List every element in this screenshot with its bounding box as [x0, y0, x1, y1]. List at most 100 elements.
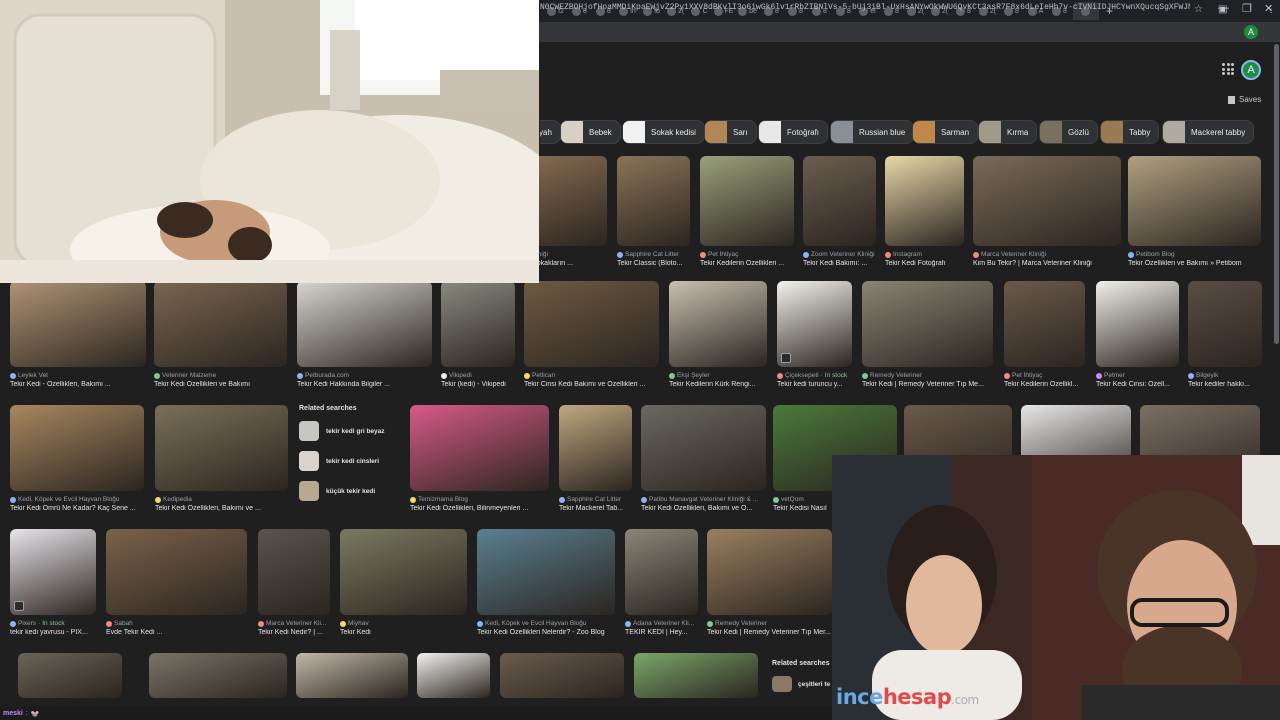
result-source[interactable]: Patibu Manavgat Veteriner Kliniği & ...: [641, 496, 766, 503]
filter-chip[interactable]: Fotoğrafı: [758, 120, 829, 144]
related-item[interactable]: tekir kedi cinsleri: [299, 451, 399, 471]
related-item[interactable]: tekir kedi gri beyaz: [299, 421, 399, 441]
image-result-thumbnail[interactable]: [707, 529, 832, 615]
image-result-thumbnail[interactable]: [524, 281, 659, 367]
image-result-thumbnail[interactable]: [258, 529, 330, 615]
image-result-thumbnail[interactable]: [1128, 156, 1261, 246]
result-source[interactable]: Vikipedi: [441, 372, 515, 379]
saves-link[interactable]: Saves: [1228, 95, 1261, 104]
result-title[interactable]: Tekir Kedi: [340, 629, 467, 636]
result-title[interactable]: Tekir Kedilerin Özellikl...: [1004, 381, 1085, 388]
extensions-icon[interactable]: ▣: [1218, 4, 1227, 15]
result-title[interactable]: tekir kedi yavrusu - PIX...: [10, 629, 96, 636]
image-result-thumbnail[interactable]: [106, 529, 247, 615]
result-source[interactable]: Pixers · In stock: [10, 620, 96, 627]
filter-chip[interactable]: Mackerel tabby: [1162, 120, 1255, 144]
image-result-thumbnail[interactable]: [340, 529, 467, 615]
result-source[interactable]: Leylek Vet: [10, 372, 146, 379]
result-source[interactable]: Ekşi Şeyler: [669, 372, 767, 379]
result-title[interactable]: Tekir Kedi Özellikleri Nelerdir? - Zoo B…: [477, 629, 615, 636]
image-result-thumbnail[interactable]: [154, 281, 287, 367]
result-title[interactable]: Tekir Kedi Hakkında Bilgiler ...: [297, 381, 432, 388]
image-result-thumbnail[interactable]: [1004, 281, 1085, 367]
result-source[interactable]: Miyhav: [340, 620, 467, 627]
profile-icon[interactable]: A: [1244, 25, 1258, 39]
result-title[interactable]: Kim Bu Tekir? | Marca Veteriner Kliniği: [973, 260, 1121, 267]
result-title[interactable]: Tekir Kedi | Remedy Veteriner Tıp Me...: [862, 381, 993, 388]
result-title[interactable]: TEKİR KEDİ | Hey...: [625, 629, 698, 636]
result-source[interactable]: Veteriner Malzeme: [154, 372, 287, 379]
image-result-thumbnail[interactable]: [559, 405, 632, 491]
image-result-thumbnail[interactable]: [700, 156, 794, 246]
image-result-thumbnail[interactable]: [149, 653, 287, 698]
menu-icon[interactable]: ⋮: [1266, 4, 1276, 15]
filter-chip[interactable]: Sokak kedisi: [622, 120, 705, 144]
result-source[interactable]: Temizmama Blog: [410, 496, 549, 503]
filter-chip[interactable]: Tabby: [1100, 120, 1160, 144]
result-title[interactable]: Tekir Kedilerin Kürk Rengi...: [669, 381, 767, 388]
result-source[interactable]: Petlican: [524, 372, 659, 379]
image-result-thumbnail[interactable]: [410, 405, 549, 491]
result-source[interactable]: Pet İhtiyaç: [700, 251, 794, 258]
image-result-thumbnail[interactable]: [973, 156, 1121, 246]
result-source[interactable]: Sapphire Cat Litter: [617, 251, 690, 258]
image-result-thumbnail[interactable]: [477, 529, 615, 615]
result-title[interactable]: Tekir Mackerel Tab...: [559, 505, 632, 512]
result-source[interactable]: Çiçeksepeti · In stock: [777, 372, 852, 379]
image-result-thumbnail[interactable]: [803, 156, 876, 246]
result-source[interactable]: Kedi, Köpek ve Evcil Hayvan Bloğu: [10, 496, 144, 503]
result-source[interactable]: Petibom Blog: [1128, 251, 1261, 258]
image-result-thumbnail[interactable]: [1096, 281, 1179, 367]
image-result-thumbnail[interactable]: [625, 529, 698, 615]
result-source[interactable]: Bilgeyik: [1188, 372, 1262, 379]
result-title[interactable]: Tekir (kedi) - Vikipedi: [441, 381, 515, 388]
filter-chip[interactable]: Russian blue: [830, 120, 915, 144]
filter-chip[interactable]: Sarı: [704, 120, 757, 144]
result-title[interactable]: Tekir Kedi Özellikleri, Bakımı ve ...: [155, 505, 288, 512]
image-result-thumbnail[interactable]: [441, 281, 515, 367]
image-result-thumbnail[interactable]: [155, 405, 288, 491]
image-result-thumbnail[interactable]: [296, 653, 408, 698]
result-title[interactable]: Tekir Kedi | Remedy Veteriner Tıp Mer...: [707, 629, 832, 636]
result-source[interactable]: Sabah: [106, 620, 247, 627]
result-title[interactable]: Tekir Kedi Ömrü Ne Kadar? Kaç Sene ...: [10, 505, 144, 512]
account-avatar[interactable]: A: [1241, 60, 1261, 80]
result-title[interactable]: Tekir Kedi Özellikleri ve Bakımı: [154, 381, 287, 388]
image-result-thumbnail[interactable]: [10, 281, 146, 367]
scrollbar[interactable]: [1274, 44, 1279, 344]
image-result-thumbnail[interactable]: [297, 281, 432, 367]
result-title[interactable]: Tekir Kedi Özellikleri, Bilinmeyenleri .…: [410, 505, 549, 512]
image-result-thumbnail[interactable]: [417, 653, 490, 698]
image-result-thumbnail[interactable]: [1188, 281, 1262, 367]
filter-chip[interactable]: Kırma: [978, 120, 1038, 144]
maximize-button[interactable]: ❐: [1242, 2, 1252, 15]
result-title[interactable]: Tekir kediler hakkı...: [1188, 381, 1262, 388]
image-result-thumbnail[interactable]: [18, 653, 122, 698]
result-title[interactable]: Tekir Özellikleri ve Bakımı » Petibom: [1128, 260, 1261, 267]
result-title[interactable]: Evde Tekir Kedi ...: [106, 629, 247, 636]
image-result-thumbnail[interactable]: [617, 156, 690, 246]
result-title[interactable]: Tekir Kedilerin Özellikleri ...: [700, 260, 794, 267]
result-title[interactable]: Tekir Kedi Nedir? | ...: [258, 629, 330, 636]
result-source[interactable]: Petburada.com: [297, 372, 432, 379]
result-source[interactable]: Marca Veteriner Kli...: [258, 620, 330, 627]
image-result-thumbnail[interactable]: [641, 405, 766, 491]
result-title[interactable]: Tekir Kedi - Özellikleri, Bakımı ...: [10, 381, 146, 388]
result-source[interactable]: Remedy Veteriner: [862, 372, 993, 379]
result-source[interactable]: Kedi, Köpek ve Evcil Hayvan Bloğu: [477, 620, 615, 627]
result-title[interactable]: Tekir Cinsi Kedi Bakımı ve Özellikleri .…: [524, 381, 659, 388]
result-title[interactable]: Tekir Kedi Özellikleri, Bakımı ve Ö...: [641, 505, 766, 512]
image-result-thumbnail[interactable]: [500, 653, 624, 698]
filter-chip[interactable]: Bebek: [560, 120, 621, 144]
google-apps-icon[interactable]: [1222, 63, 1234, 75]
result-source[interactable]: Remedy Veteriner: [707, 620, 832, 627]
image-result-thumbnail[interactable]: [862, 281, 993, 367]
filter-chip[interactable]: yah: [540, 120, 561, 144]
result-title[interactable]: Tekir Kedi Bakımı: ...: [803, 260, 876, 267]
filter-chip[interactable]: Sarman: [912, 120, 979, 144]
filter-chip[interactable]: Gözlü: [1039, 120, 1098, 144]
result-title[interactable]: Tekir Kedi Cinsi: Özell...: [1096, 381, 1179, 388]
result-title[interactable]: Tekir Classic (Bloto...: [617, 260, 690, 267]
image-result-thumbnail[interactable]: [10, 405, 144, 491]
image-result-thumbnail[interactable]: [885, 156, 964, 246]
